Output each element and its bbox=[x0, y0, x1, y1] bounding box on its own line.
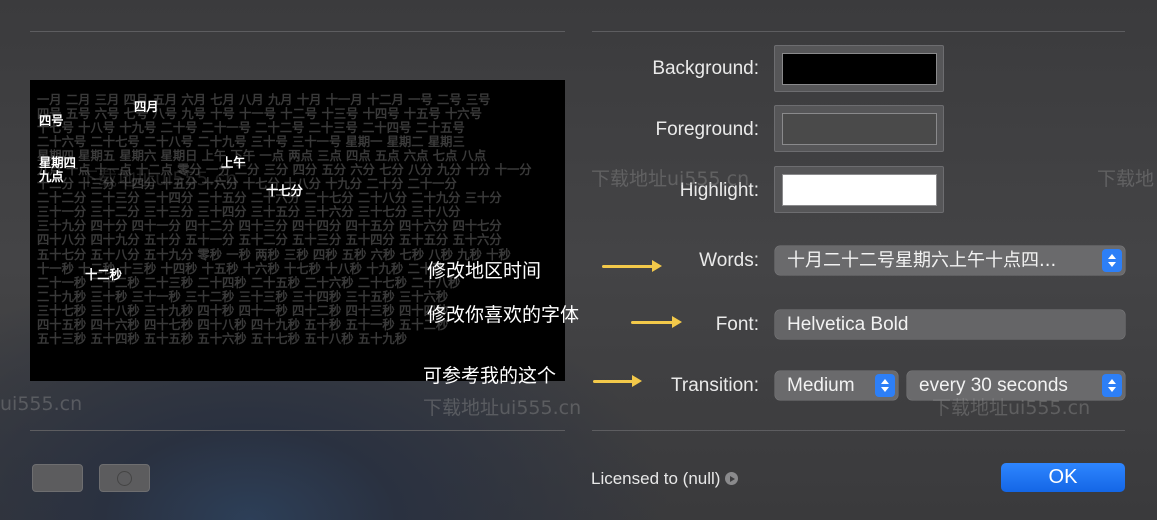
watermark-1: 下载地址ui555.cn bbox=[591, 168, 750, 190]
blank-button[interactable] bbox=[32, 464, 83, 492]
bottom-divider-right bbox=[592, 430, 1125, 431]
grid-line: 十七号 十八号 十九号 二十号 二十一号 二十二号 二十三号 二十四号 二十五号 bbox=[37, 121, 465, 136]
words-stepper-icon bbox=[1102, 249, 1122, 272]
ok-button[interactable]: OK bbox=[1001, 463, 1125, 492]
background-label: Background: bbox=[652, 58, 759, 79]
font-field[interactable]: Helvetica Bold bbox=[775, 310, 1125, 339]
speed-stepper-icon bbox=[875, 374, 895, 397]
transition-speed-value: Medium bbox=[787, 375, 855, 396]
license-text: Licensed to (null) bbox=[591, 469, 721, 488]
watermark-6: 下载地址ui555.cn bbox=[79, 168, 238, 190]
grid-line: 四号 五号 六号 七号 八号 九号 十号 十一号 十二号 十三号 十四号 十五号… bbox=[37, 107, 482, 122]
watermark-3: ui555.cn bbox=[0, 393, 83, 415]
transition-label: Transition: bbox=[671, 375, 759, 396]
circle-icon bbox=[117, 471, 132, 486]
foreground-label: Foreground: bbox=[655, 119, 759, 140]
highlight-color-well[interactable] bbox=[774, 166, 944, 213]
grid-line: 四十八分 四十九分 五十分 五十一分 五十二分 五十三分 五十四分 五十五分 五… bbox=[37, 233, 502, 248]
watermark-5: 下载地址ui555.cn bbox=[932, 397, 1091, 419]
highlight-month: 四月 bbox=[134, 100, 159, 114]
words-arrow-icon bbox=[602, 260, 662, 272]
top-divider-right bbox=[592, 31, 1125, 32]
record-button[interactable] bbox=[99, 464, 150, 492]
background-swatch bbox=[782, 53, 937, 85]
grid-line: 二十六号 二十七号 二十八号 二十九号 三十号 三十一号 星期一 星期二 星期三 bbox=[37, 135, 465, 150]
watermark-4: 下载地址ui555.cn bbox=[423, 397, 582, 419]
words-popup[interactable]: 十月二十二号星期六上午十点四... bbox=[775, 246, 1125, 275]
grid-line: 星期四 星期五 星期六 星期日 上午 下午 一点 两点 三点 四点 五点 六点 … bbox=[37, 149, 487, 164]
highlight-second: 十二秒 bbox=[85, 268, 122, 282]
foreground-color-well[interactable] bbox=[774, 105, 944, 152]
grid-line: 五十三秒 五十四秒 五十五秒 五十六秒 五十七秒 五十八秒 五十九秒 bbox=[37, 331, 408, 346]
font-label: Font: bbox=[715, 314, 759, 335]
grid-line: 三十九分 四十分 四十一分 四十二分 四十三分 四十四分 四十五分 四十六分 四… bbox=[37, 219, 502, 234]
words-value: 十月二十二号星期六上午十点四... bbox=[787, 250, 1057, 271]
highlight-hour: 九点 bbox=[39, 170, 64, 184]
transition-annotation: 可参考我的这个 bbox=[423, 365, 557, 387]
highlight-day: 四号 bbox=[39, 114, 64, 128]
transition-arrow-icon bbox=[593, 375, 642, 387]
license-info: Licensed to (null) bbox=[591, 469, 739, 489]
interval-stepper-icon bbox=[1102, 374, 1122, 397]
highlight-minute: 十七分 bbox=[266, 184, 303, 198]
grid-line: 一月 二月 三月 四月 五月 六月 七月 八月 九月 十月 十一月 十二月 一号… bbox=[37, 93, 491, 107]
words-annotation: 修改地区时间 bbox=[427, 260, 542, 282]
bottom-divider-left bbox=[30, 430, 565, 431]
foreground-swatch bbox=[782, 113, 937, 145]
highlight-swatch bbox=[782, 174, 937, 206]
transition-speed-popup[interactable]: Medium bbox=[775, 371, 898, 400]
font-value: Helvetica Bold bbox=[787, 314, 909, 335]
grid-line: 三十一分 三十二分 三十三分 三十四分 三十五分 三十六分 三十七分 三十八分 bbox=[37, 205, 461, 220]
top-divider-left bbox=[30, 31, 565, 32]
watermark-2: 下载地 bbox=[1097, 168, 1155, 190]
words-label: Words: bbox=[699, 250, 759, 271]
font-annotation: 修改你喜欢的字体 bbox=[427, 304, 580, 326]
background-color-well[interactable] bbox=[774, 45, 944, 92]
font-arrow-icon bbox=[631, 316, 682, 328]
clock-preview: 一月 二月 三月 四月 五月 六月 七月 八月 九月 十月 十一月 十二月 一号… bbox=[30, 80, 565, 381]
play-icon[interactable] bbox=[725, 472, 739, 485]
